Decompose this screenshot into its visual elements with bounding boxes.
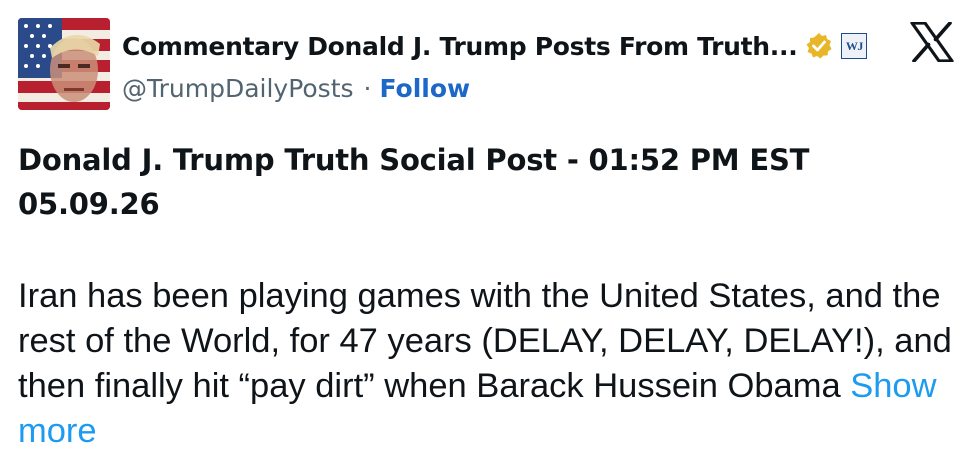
post-header: Commentary Donald J. Trump Posts From Tr… bbox=[18, 18, 954, 114]
avatar[interactable] bbox=[18, 18, 110, 110]
post-body-text: Iran has been playing games with the Uni… bbox=[18, 277, 952, 405]
display-name[interactable]: Commentary Donald J. Trump Posts From Tr… bbox=[122, 32, 798, 61]
verified-badge-icon bbox=[805, 32, 833, 60]
post-body: Iran has been playing games with the Uni… bbox=[18, 274, 958, 454]
x-logo-icon[interactable] bbox=[910, 21, 954, 63]
user-handle[interactable]: @TrumpDailyPosts bbox=[122, 74, 354, 103]
handle-row: @TrumpDailyPosts · Follow bbox=[122, 72, 470, 104]
avatar-image bbox=[18, 18, 110, 110]
follow-button[interactable]: Follow bbox=[379, 74, 470, 103]
separator-dot: · bbox=[363, 73, 372, 103]
name-row: Commentary Donald J. Trump Posts From Tr… bbox=[122, 30, 868, 62]
post-title: Donald J. Trump Truth Social Post - 01:5… bbox=[18, 143, 810, 221]
affiliate-badge[interactable]: WJ bbox=[841, 33, 868, 59]
